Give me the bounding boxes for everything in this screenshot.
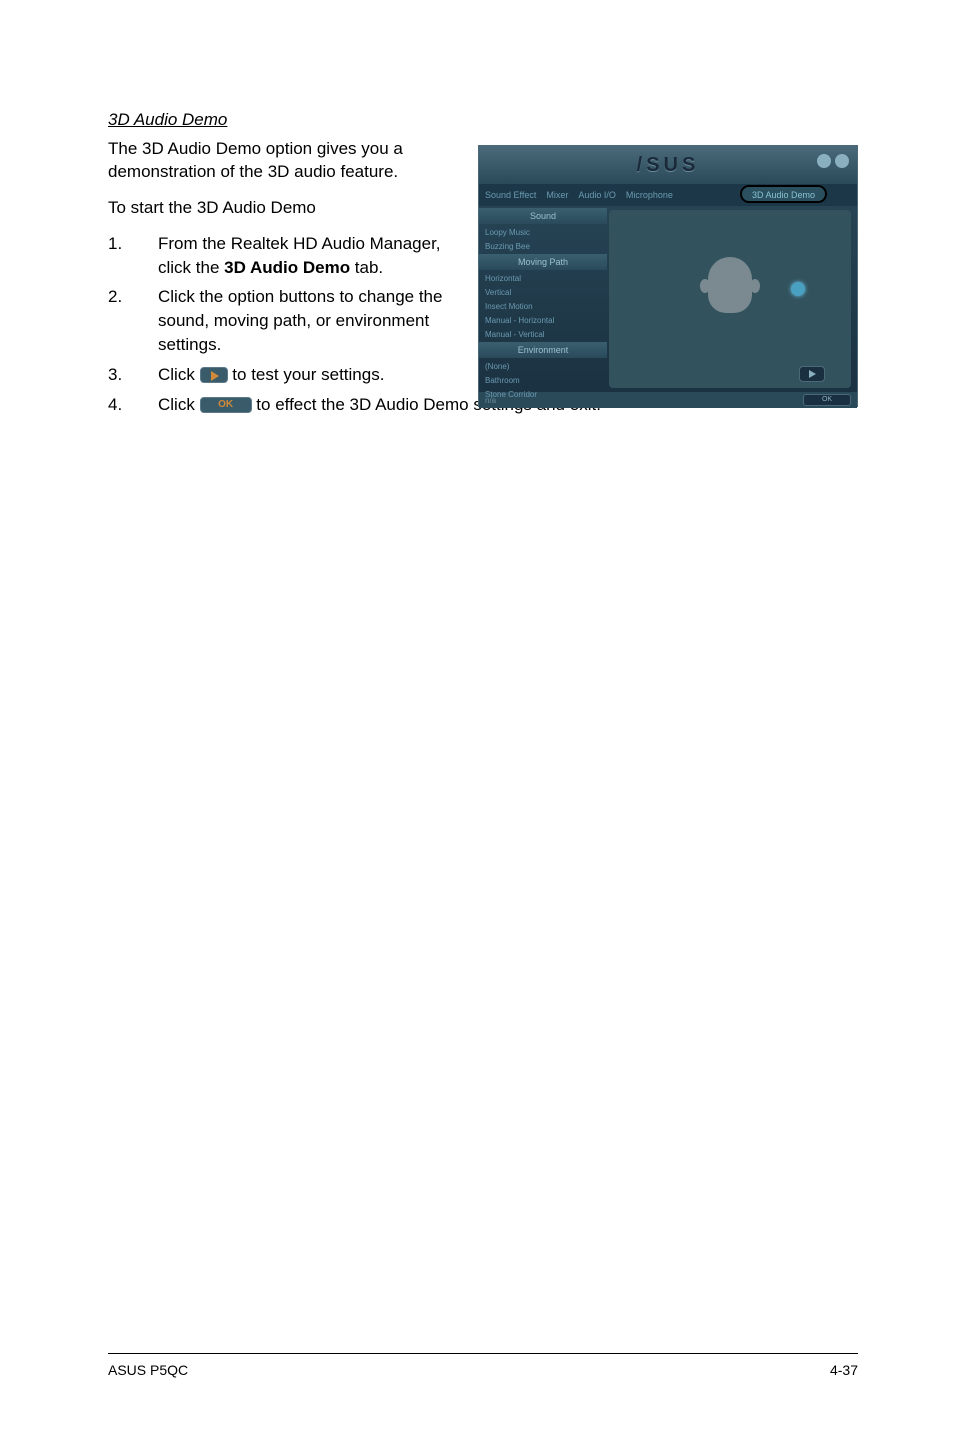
tab-mixer[interactable]: Mixer: [546, 190, 568, 200]
option-insect-motion[interactable]: Insect Motion: [479, 300, 607, 314]
ok-icon: OK: [200, 397, 252, 413]
ok-button[interactable]: OK: [803, 394, 851, 406]
option-horizontal[interactable]: Horizontal: [479, 272, 607, 286]
section-moving-header: Moving Path: [479, 254, 607, 270]
tab-microphone[interactable]: Microphone: [626, 190, 673, 200]
option-loopy-music[interactable]: Loopy Music: [479, 226, 607, 240]
play-icon: [200, 367, 228, 383]
page-footer: ASUS P5QC 4-37: [108, 1353, 858, 1378]
option-stone-corridor[interactable]: Stone Corridor: [479, 388, 607, 402]
app-body: Sound Loopy Music Buzzing Bee Moving Pat…: [479, 206, 857, 392]
play-button[interactable]: [799, 366, 825, 382]
option-none[interactable]: (None): [479, 360, 607, 374]
step-text: Click: [158, 365, 200, 384]
tab-bar: Sound Effect Mixer Audio I/O Microphone …: [479, 184, 857, 206]
intro-paragraph: The 3D Audio Demo option gives you a dem…: [108, 138, 448, 184]
tab-3d-audio-demo[interactable]: 3D Audio Demo: [740, 185, 827, 203]
step-number: 4.: [108, 393, 158, 417]
info-icon[interactable]: [817, 154, 831, 168]
document-page: 3D Audio Demo The 3D Audio Demo option g…: [0, 0, 954, 1438]
footer-page-number: 4-37: [830, 1362, 858, 1378]
tab-audio-io[interactable]: Audio I/O: [578, 190, 616, 200]
option-vertical[interactable]: Vertical: [479, 286, 607, 300]
tab-sound-effect[interactable]: Sound Effect: [485, 190, 536, 200]
section-heading: 3D Audio Demo: [108, 110, 858, 130]
step-number: 1.: [108, 232, 158, 280]
option-buzzing-bee[interactable]: Buzzing Bee: [479, 240, 607, 254]
app-titlebar: /SUS: [479, 146, 857, 184]
option-manual-horizontal[interactable]: Manual - Horizontal: [479, 314, 607, 328]
step-number: 2.: [108, 285, 158, 356]
section-sound-header: Sound: [479, 208, 607, 224]
window-controls[interactable]: [817, 154, 849, 168]
step-number: 3.: [108, 363, 158, 387]
listener-head-icon: [708, 257, 752, 313]
step-text: Click: [158, 395, 200, 414]
options-panel: Sound Loopy Music Buzzing Bee Moving Pat…: [479, 206, 607, 392]
brand-logo: /SUS: [637, 154, 700, 177]
step-text: Click the option buttons to change the s…: [158, 287, 442, 354]
footer-status: n/a: [485, 396, 496, 405]
option-manual-vertical[interactable]: Manual - Vertical: [479, 328, 607, 342]
option-bathroom[interactable]: Bathroom: [479, 374, 607, 388]
step-body: From the Realtek HD Audio Manager, click…: [158, 232, 448, 280]
step-text-suffix: to test your settings.: [232, 365, 384, 384]
screenshot-panel: /SUS Sound Effect Mixer Audio I/O Microp…: [478, 145, 858, 407]
step-bold: 3D Audio Demo: [224, 258, 350, 277]
step-text-suffix: tab.: [350, 258, 383, 277]
footer-left: ASUS P5QC: [108, 1362, 188, 1378]
sound-source-icon[interactable]: [791, 282, 805, 296]
close-icon[interactable]: [835, 154, 849, 168]
3d-visualization: [609, 210, 851, 388]
section-environment-header: Environment: [479, 342, 607, 358]
step-body: Click the option buttons to change the s…: [158, 285, 448, 356]
